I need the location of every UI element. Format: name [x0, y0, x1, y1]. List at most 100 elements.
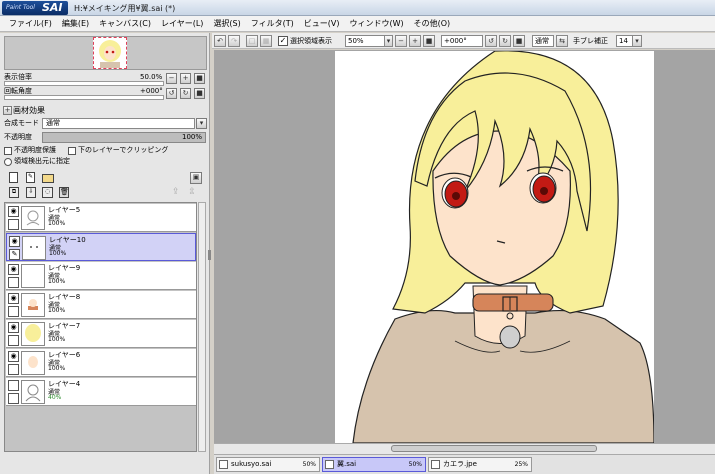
layer-opacity: 100% [48, 307, 66, 314]
menu-canvas[interactable]: キャンバス(C) [94, 17, 156, 31]
layer-thumbnail [22, 236, 46, 260]
layer-row[interactable]: ◉ レイヤー8 通常 100% [6, 291, 196, 319]
toolbar-rotate-right-button[interactable]: ↻ [499, 35, 511, 47]
layer-lock-checkbox[interactable] [8, 306, 19, 317]
rotation-field[interactable]: +000° [441, 35, 483, 47]
layer-thumbnail [21, 380, 45, 404]
new-layer-icon[interactable] [9, 172, 18, 183]
layer-lock-checkbox[interactable] [8, 364, 19, 375]
rotate-left-button[interactable]: ↺ [166, 88, 177, 99]
redo-button[interactable]: ↷ [228, 35, 240, 47]
layer-lock-checkbox[interactable] [8, 393, 19, 404]
eye-icon[interactable]: ◉ [8, 322, 19, 333]
invert-selection-button[interactable]: ▦ [260, 35, 272, 47]
zoom-reset-button[interactable]: ■ [194, 73, 205, 84]
rotate-reset-button[interactable]: ■ [194, 88, 205, 99]
new-folder-icon[interactable] [42, 174, 54, 183]
canvas-paper[interactable] [335, 50, 655, 444]
menu-other[interactable]: その他(O) [409, 17, 456, 31]
copy-layer-icon[interactable]: ⧉ [9, 187, 19, 198]
layer-row[interactable]: レイヤー4 通常 40% [6, 378, 196, 406]
blend-dropdown-icon[interactable]: ▾ [196, 118, 207, 129]
delete-layer-icon[interactable]: 🗑 [59, 187, 69, 198]
effects-header: 画材効果 [13, 106, 45, 115]
eye-icon[interactable]: ◉ [8, 351, 19, 362]
layer-lock-checkbox[interactable] [8, 219, 19, 230]
rotate-slider[interactable] [4, 95, 164, 100]
layer-row[interactable]: ◉ レイヤー7 通常 100% [6, 320, 196, 348]
toolbar-zoom-in-button[interactable]: + [409, 35, 421, 47]
clipping-label: 下のレイヤーでクリッピング [78, 146, 169, 154]
preserve-opacity-label: 不透明度保護 [14, 146, 56, 154]
window-title: H:¥メイキング用¥翼.sai (*) [74, 4, 176, 13]
file-tab-bar: sukusyo.sai 50% 翼.sai 50% カエラ.jpe 25% [214, 454, 715, 474]
layer-thumbnail [21, 264, 45, 288]
layer-opacity: 100% [49, 250, 67, 257]
opacity-slider[interactable]: 100% [42, 132, 206, 143]
file-icon [431, 460, 440, 469]
menu-select[interactable]: 選択(S) [208, 17, 245, 31]
layer-opacity: 40% [48, 394, 62, 401]
layer-row[interactable]: ◉ レイヤー5 通常 100% [6, 204, 196, 232]
eye-icon[interactable]: ◉ [8, 206, 19, 217]
title-bar: Paint Tool SAI H:¥メイキング用¥翼.sai (*) [0, 0, 715, 16]
panel-splitter[interactable] [208, 250, 211, 260]
preserve-opacity-checkbox[interactable] [4, 147, 12, 155]
merge-down-icon[interactable]: ⇩ [26, 187, 36, 198]
eye-icon[interactable]: ◉ [8, 264, 19, 275]
flip-view-button[interactable]: ⇆ [556, 35, 568, 47]
rotate-right-button[interactable]: ↻ [180, 88, 191, 99]
toolbar-zoom-out-button[interactable]: − [395, 35, 407, 47]
menu-layer[interactable]: レイヤー(L) [156, 17, 208, 31]
layer-row-selected[interactable]: ◉ ✎ レイヤー10 通常 100% [6, 233, 196, 261]
zoom-in-button[interactable]: + [180, 73, 191, 84]
show-selection-label: 選択領域表示 [290, 37, 332, 45]
zoom-out-button[interactable]: − [166, 73, 177, 84]
layer-lock-checkbox[interactable] [8, 277, 19, 288]
menu-window[interactable]: ウィンドウ(W) [344, 17, 408, 31]
eye-icon[interactable]: ◉ [9, 236, 20, 247]
layer-row[interactable]: ◉ レイヤー6 通常 100% [6, 349, 196, 377]
horizontal-scroll-thumb[interactable] [391, 445, 597, 452]
opacity-label: 不透明度 [4, 133, 32, 141]
eye-icon[interactable]: ◉ [8, 293, 19, 304]
menu-edit[interactable]: 編集(E) [57, 17, 94, 31]
file-tab-active[interactable]: 翼.sai 50% [322, 457, 426, 472]
new-vector-layer-icon[interactable]: ✎ [26, 172, 35, 183]
layer-opacity: 100% [48, 278, 66, 285]
menu-view[interactable]: ビュー(V) [299, 17, 345, 31]
layer-row[interactable]: ◉ レイヤー9 通常 100% [6, 262, 196, 290]
deselect-button[interactable]: □ [246, 35, 258, 47]
stabilizer-dropdown-icon[interactable]: ▾ [632, 35, 642, 47]
logo-small-text: Paint Tool [6, 4, 35, 11]
menu-bar: ファイル(F) 編集(E) キャンバス(C) レイヤー(L) 選択(S) フィル… [0, 16, 715, 32]
file-tab[interactable]: カエラ.jpe 25% [428, 457, 532, 472]
toolbar-rotate-left-button[interactable]: ↺ [485, 35, 497, 47]
file-tab-name: 翼.sai [337, 460, 357, 468]
clipping-checkbox[interactable] [68, 147, 76, 155]
show-selection-checkbox[interactable]: ✓ [278, 36, 288, 46]
blend-mode-select[interactable]: 通常 [42, 118, 195, 129]
toolbar-zoom-reset-button[interactable]: ■ [423, 35, 435, 47]
view-mode-select[interactable]: 通常 [532, 35, 554, 47]
layer-lock-checkbox[interactable] [8, 335, 19, 346]
pen-icon[interactable]: ✎ [9, 249, 20, 260]
clear-layer-icon[interactable]: ◌ [42, 187, 53, 198]
layer-thumbnail [21, 293, 45, 317]
file-icon [219, 460, 228, 469]
undo-button[interactable]: ↶ [214, 35, 226, 47]
layer-list-scrollbar[interactable] [198, 202, 206, 452]
menu-file[interactable]: ファイル(F) [4, 17, 57, 31]
layer-list: ◉ レイヤー5 通常 100% ◉ ✎ レイヤー10 通常 100% ◉ レイヤ… [4, 202, 197, 452]
layer-mask-icon[interactable]: ▣ [190, 172, 202, 184]
eye-hidden-icon[interactable] [8, 380, 19, 391]
selection-source-radio[interactable] [4, 158, 12, 166]
navigator-thumbnail[interactable] [93, 37, 127, 69]
effects-expand-icon[interactable]: + [3, 106, 12, 115]
zoom-dropdown-icon[interactable]: ▾ [384, 35, 393, 47]
file-tab[interactable]: sukusyo.sai 50% [216, 457, 320, 472]
menu-filter[interactable]: フィルタ(T) [246, 17, 299, 31]
transfer-down-icon[interactable]: ⇫ [188, 187, 200, 198]
transfer-up-icon[interactable]: ⇪ [172, 187, 184, 198]
toolbar-rotate-reset-button[interactable]: ■ [513, 35, 525, 47]
